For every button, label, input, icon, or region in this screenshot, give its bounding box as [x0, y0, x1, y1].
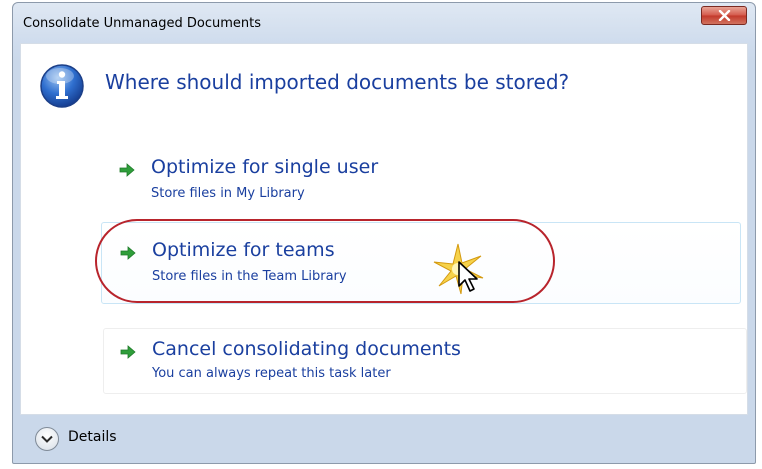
option-subtitle: Store files in the Team Library [152, 269, 347, 284]
chevron-down-icon [41, 435, 53, 443]
option-single-user[interactable]: Optimize for single user Store files in … [101, 150, 741, 212]
dialog-footer: Details [13, 415, 755, 463]
mouse-cursor-icon [458, 261, 478, 292]
dialog-content: Where should imported documents be store… [20, 43, 748, 415]
main-instruction: Where should imported documents be store… [105, 70, 570, 94]
info-icon [38, 62, 86, 114]
option-subtitle: Store files in My Library [151, 186, 305, 201]
option-title: Cancel consolidating documents [152, 338, 461, 360]
option-title: Optimize for single user [151, 156, 379, 178]
close-icon [718, 10, 731, 21]
option-cancel[interactable]: Cancel consolidating documents You can a… [103, 328, 747, 394]
green-arrow-icon [120, 345, 136, 359]
green-arrow-icon [119, 163, 135, 177]
option-subtitle: You can always repeat this task later [152, 366, 391, 381]
title-bar[interactable]: Consolidate Unmanaged Documents [13, 3, 755, 43]
option-title: Optimize for teams [152, 239, 335, 261]
dialog-window: Consolidate Unmanaged Documents Where sh… [12, 2, 756, 464]
window-title: Consolidate Unmanaged Documents [23, 16, 262, 31]
details-label[interactable]: Details [68, 429, 117, 445]
details-expand-button[interactable] [35, 427, 59, 451]
close-button[interactable] [701, 6, 747, 25]
green-arrow-icon [120, 246, 136, 260]
option-teams[interactable]: Optimize for teams Store files in the Te… [101, 222, 741, 304]
